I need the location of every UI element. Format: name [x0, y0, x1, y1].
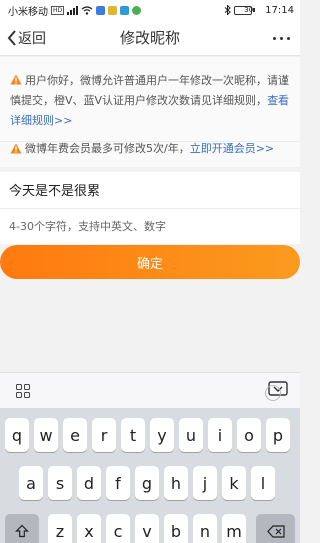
key-j[interactable]: j	[193, 466, 217, 500]
open-vip-link[interactable]: 立即开通会员>>	[190, 142, 274, 155]
vip-notice: 微博年费会员最多可修改5次/年，立即开通会员>>	[0, 141, 300, 167]
keyboard: q w e r t y u i o p a s d f g h j k l z …	[0, 408, 300, 543]
assistive-touch-dot[interactable]	[265, 385, 281, 401]
more-options-button[interactable]	[273, 20, 290, 56]
nickname-edit-screen: 小米移动 HD 30 17:14 返回 修改昵称 用户你好，微博允许普通用户一年…	[0, 0, 300, 543]
bluetooth-icon	[224, 5, 231, 15]
key-o[interactable]: o	[237, 418, 261, 452]
key-t[interactable]: t	[121, 418, 145, 452]
nickname-input[interactable]: 今天是不是很累	[9, 180, 100, 199]
app-notification-icon-3	[120, 5, 130, 15]
key-w[interactable]: w	[34, 418, 58, 452]
backspace-key[interactable]	[256, 514, 295, 543]
status-bar: 小米移动 HD 30 17:14	[0, 0, 300, 20]
app-notification-icon-4	[132, 5, 142, 15]
key-h[interactable]: h	[164, 466, 188, 500]
carrier-label: 小米移动	[8, 6, 48, 18]
clock: 17:14	[265, 4, 294, 16]
key-u[interactable]: u	[179, 418, 203, 452]
app-notification-icon-2	[108, 5, 118, 15]
key-f[interactable]: f	[106, 466, 130, 500]
shift-arrow-icon	[15, 524, 29, 538]
warning-icon	[10, 74, 22, 85]
grid-menu-icon[interactable]	[16, 384, 30, 398]
rules-notice-text: 用户你好，微博允许普通用户一年修改一次昵称，请谨慎提交，橙V、蓝V认证用户修改次…	[10, 74, 289, 107]
key-r[interactable]: r	[92, 418, 116, 452]
nickname-hint: 4-30个字符，支持中英文、数字	[9, 220, 166, 233]
keyboard-toolbar	[0, 372, 300, 408]
key-x[interactable]: x	[77, 514, 101, 543]
key-i[interactable]: i	[208, 418, 232, 452]
confirm-button[interactable]: 确定	[0, 245, 300, 279]
rules-notice: 用户你好，微博允许普通用户一年修改一次昵称，请谨慎提交，橙V、蓝V认证用户修改次…	[0, 57, 300, 141]
key-b[interactable]: b	[164, 514, 188, 543]
key-z[interactable]: z	[48, 514, 72, 543]
warning-icon	[10, 143, 22, 154]
nav-bar: 返回 修改昵称	[0, 20, 300, 56]
page-title: 修改昵称	[119, 29, 180, 47]
wifi-icon	[81, 5, 93, 15]
vip-notice-text: 微博年费会员最多可修改5次/年，	[25, 142, 190, 155]
key-m[interactable]: m	[222, 514, 246, 543]
app-notification-icon	[96, 5, 106, 15]
key-d[interactable]: d	[77, 466, 101, 500]
key-k[interactable]: k	[222, 466, 246, 500]
key-c[interactable]: c	[106, 514, 130, 543]
key-q[interactable]: q	[5, 418, 29, 452]
key-n[interactable]: n	[193, 514, 217, 543]
battery-level-label: 30	[244, 6, 254, 14]
key-s[interactable]: s	[48, 466, 72, 500]
shift-key[interactable]	[5, 514, 39, 543]
key-y[interactable]: y	[150, 418, 174, 452]
key-a[interactable]: a	[19, 466, 43, 500]
backspace-icon	[266, 524, 285, 538]
hd-badge: HD	[51, 5, 65, 15]
key-p[interactable]: p	[266, 418, 290, 452]
key-l[interactable]: l	[251, 466, 275, 500]
key-g[interactable]: g	[135, 466, 159, 500]
signal-icon	[67, 5, 79, 15]
nickname-form: 今天是不是很累 4-30个字符，支持中英文、数字	[0, 172, 300, 244]
divider	[0, 208, 300, 209]
key-e[interactable]: e	[63, 418, 87, 452]
key-v[interactable]: v	[135, 514, 159, 543]
